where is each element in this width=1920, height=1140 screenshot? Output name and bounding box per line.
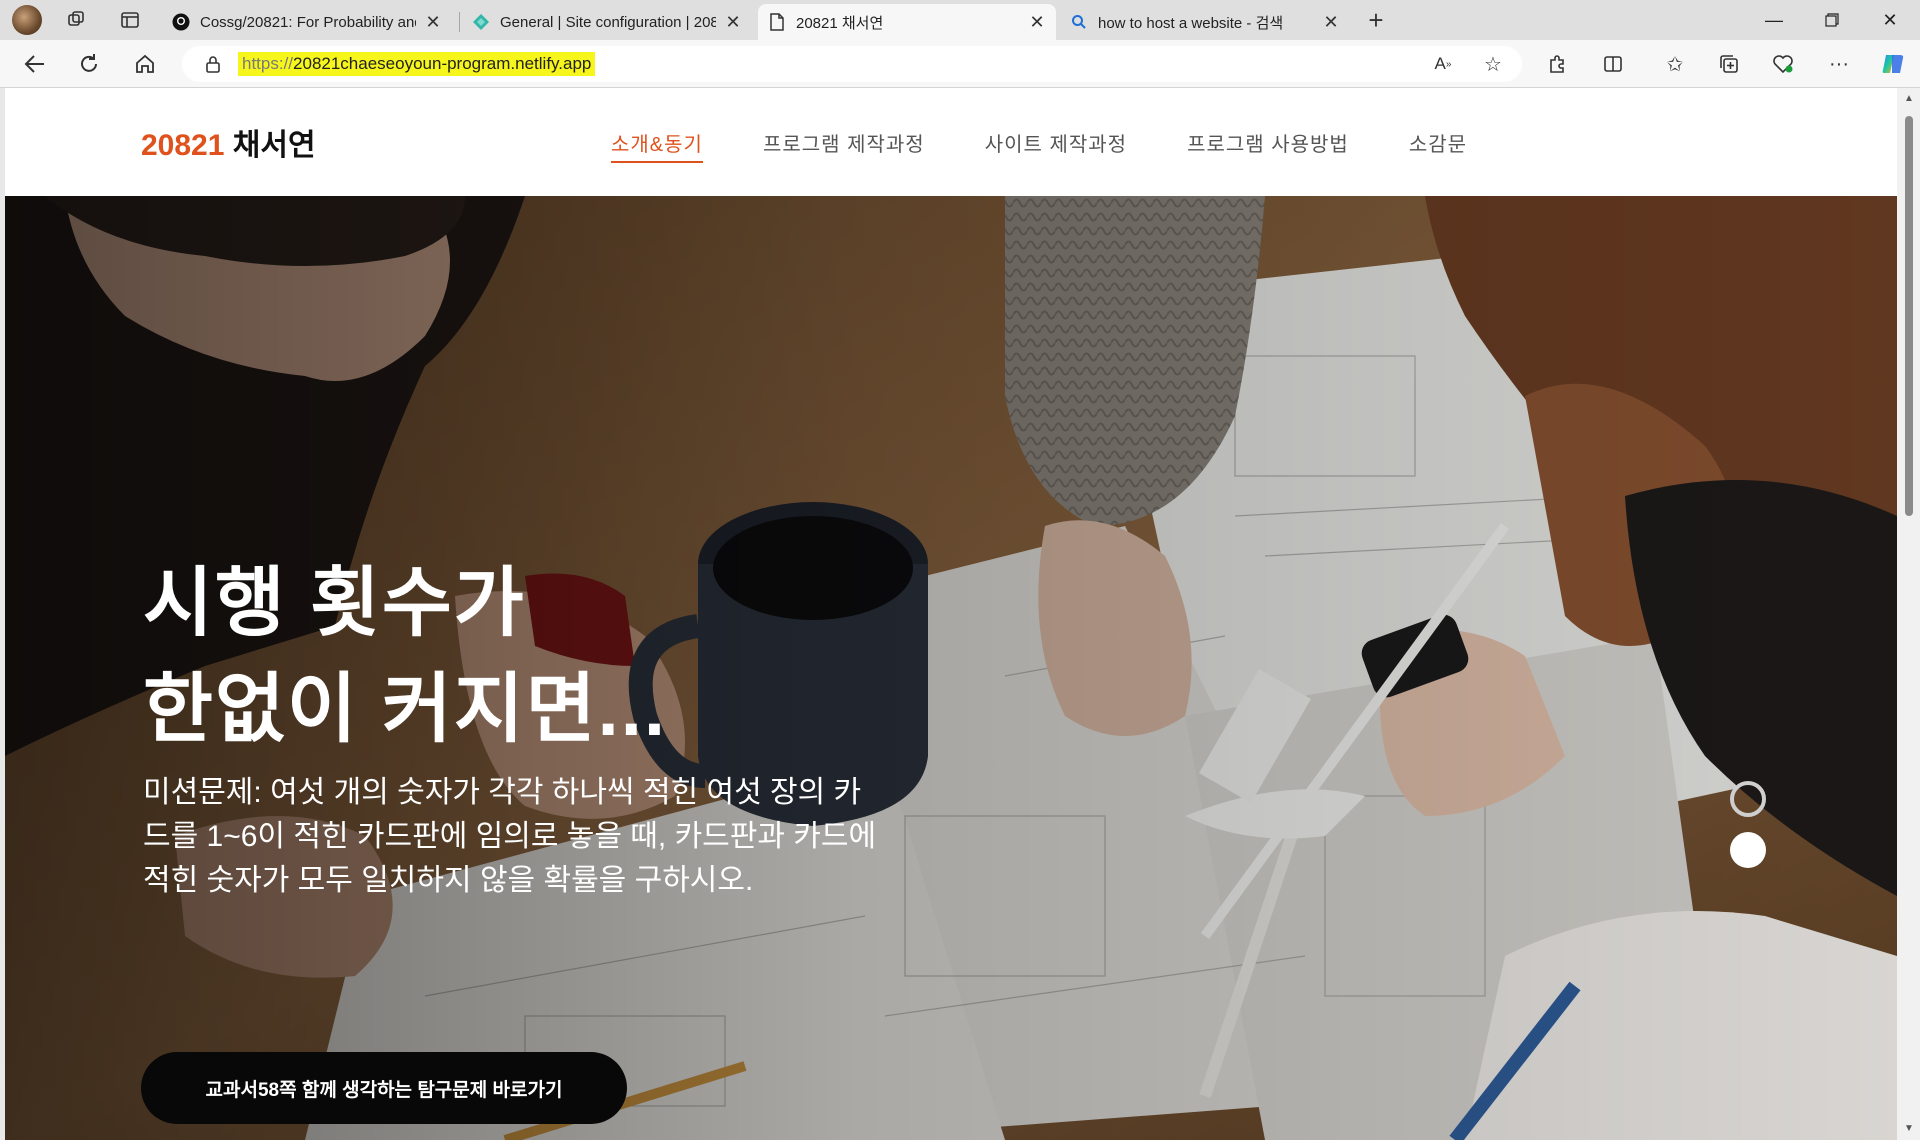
nav-reflection[interactable]: 소감문 xyxy=(1409,128,1467,163)
split-screen-icon[interactable] xyxy=(1596,48,1630,80)
read-aloud-icon[interactable]: A» xyxy=(1426,48,1460,80)
refresh-icon[interactable] xyxy=(72,48,106,80)
hero-title-line-2: 한없이 커지면... xyxy=(143,667,667,752)
address-toolbar: https://20821chaeseoyoun-program.netlify… xyxy=(0,40,1920,127)
browser-tab-search[interactable]: how to host a website - 검색 ✕ xyxy=(1060,4,1350,40)
hero-section: 시행 횟수가 한없이 커지면... 미션문제: 여섯 개의 숫자가 각각 하나씩… xyxy=(5,196,1897,1140)
nav-site-process[interactable]: 사이트 제작과정 xyxy=(985,128,1127,163)
textbook-problem-button[interactable]: 교과서58쪽 함께 생각하는 탐구문제 바로가기 xyxy=(141,1052,627,1124)
address-field[interactable]: https://20821chaeseoyoun-program.netlify… xyxy=(182,46,1522,82)
favorite-star-icon[interactable]: ☆ xyxy=(1476,48,1510,80)
close-tab-icon[interactable]: ✕ xyxy=(724,12,742,33)
browser-tab-github[interactable]: Cossg/20821: For Probability and ✕ xyxy=(162,4,452,40)
web-page: 20821 채서연 소개&동기 프로그램 제작과정 사이트 제작과정 프로그램 … xyxy=(5,88,1897,1140)
url-scheme: https:// xyxy=(242,54,294,73)
hero-title: 시행 횟수가 한없이 커지면... xyxy=(143,551,667,763)
url-text[interactable]: https://20821chaeseoyoun-program.netlify… xyxy=(238,52,596,76)
hero-description: 미션문제: 여섯 개의 숫자가 각각 하나씩 적힌 여섯 장의 카 드를 1~6… xyxy=(143,771,943,903)
scroll-up-icon[interactable]: ▲ xyxy=(1903,94,1915,104)
netlify-icon xyxy=(472,13,490,31)
page-scrollbar[interactable]: ▲ ▼ xyxy=(1897,88,1920,1140)
hero-title-line-1: 시행 횟수가 xyxy=(143,561,526,646)
site-logo[interactable]: 20821 채서연 xyxy=(141,120,316,164)
hero-desc-line-1: 미션문제: 여섯 개의 숫자가 각각 하나씩 적힌 여섯 장의 카 xyxy=(143,776,862,809)
browser-essentials-icon[interactable] xyxy=(1766,48,1800,80)
minimize-icon[interactable]: — xyxy=(1746,0,1802,40)
profile-avatar[interactable] xyxy=(12,5,42,35)
slide-indicator-1[interactable] xyxy=(1730,781,1766,817)
close-tab-icon[interactable]: ✕ xyxy=(424,12,442,33)
browser-tab-active[interactable]: 20821 채서연 ✕ xyxy=(758,4,1056,40)
main-nav: 소개&동기 프로그램 제작과정 사이트 제작과정 프로그램 사용방법 소감문 xyxy=(611,128,1527,163)
copilot-icon[interactable] xyxy=(1876,48,1910,80)
scroll-down-icon[interactable]: ▼ xyxy=(1903,1124,1915,1134)
tab-label: Cossg/20821: For Probability and xyxy=(200,13,416,31)
search-icon xyxy=(1070,13,1088,31)
more-options-icon[interactable]: ··· xyxy=(1822,48,1856,80)
page-icon xyxy=(768,13,786,31)
workspaces-icon[interactable] xyxy=(62,6,90,34)
browser-tab-bar: Cossg/20821: For Probability and ✕ Gener… xyxy=(0,0,1920,40)
hero-desc-line-3: 적힌 숫자가 모두 일치하지 않을 확률을 구하시오. xyxy=(143,864,754,897)
slide-indicator-2[interactable] xyxy=(1730,832,1766,868)
restore-icon[interactable] xyxy=(1804,0,1860,40)
close-window-icon[interactable]: ✕ xyxy=(1862,0,1918,40)
logo-number: 20821 xyxy=(141,129,225,162)
lock-icon[interactable] xyxy=(202,53,224,75)
nav-program-process[interactable]: 프로그램 제작과정 xyxy=(763,128,925,163)
home-icon[interactable] xyxy=(128,48,162,80)
url-host: 20821chaeseoyoun-program.netlify.app xyxy=(293,54,592,73)
close-tab-icon[interactable]: ✕ xyxy=(1028,12,1046,33)
new-tab-icon[interactable]: + xyxy=(1362,5,1390,35)
tab-label: 20821 채서연 xyxy=(796,14,884,32)
close-tab-icon[interactable]: ✕ xyxy=(1322,12,1340,33)
tab-label: how to host a website - 검색 xyxy=(1098,14,1284,32)
tab-label: General | Site configuration | 208 xyxy=(500,13,716,31)
nav-program-usage[interactable]: 프로그램 사용방법 xyxy=(1187,128,1349,163)
tab-divider xyxy=(459,12,460,32)
hero-desc-line-2: 드를 1~6이 적힌 카드판에 임의로 놓을 때, 카드판과 카드에 xyxy=(143,820,877,853)
browser-tab-netlify[interactable]: General | Site configuration | 208 ✕ xyxy=(462,4,752,40)
collections-icon[interactable] xyxy=(1712,48,1746,80)
logo-name: 채서연 xyxy=(232,129,316,162)
site-header: 20821 채서연 소개&동기 프로그램 제작과정 사이트 제작과정 프로그램 … xyxy=(5,88,1897,196)
nav-intro[interactable]: 소개&동기 xyxy=(611,128,703,163)
scroll-thumb[interactable] xyxy=(1905,116,1913,516)
extensions-icon[interactable] xyxy=(1540,48,1574,80)
favorites-icon[interactable]: ✩ xyxy=(1658,48,1692,80)
tab-actions-icon[interactable] xyxy=(116,6,144,34)
github-icon xyxy=(172,13,190,31)
back-icon[interactable] xyxy=(18,48,52,80)
